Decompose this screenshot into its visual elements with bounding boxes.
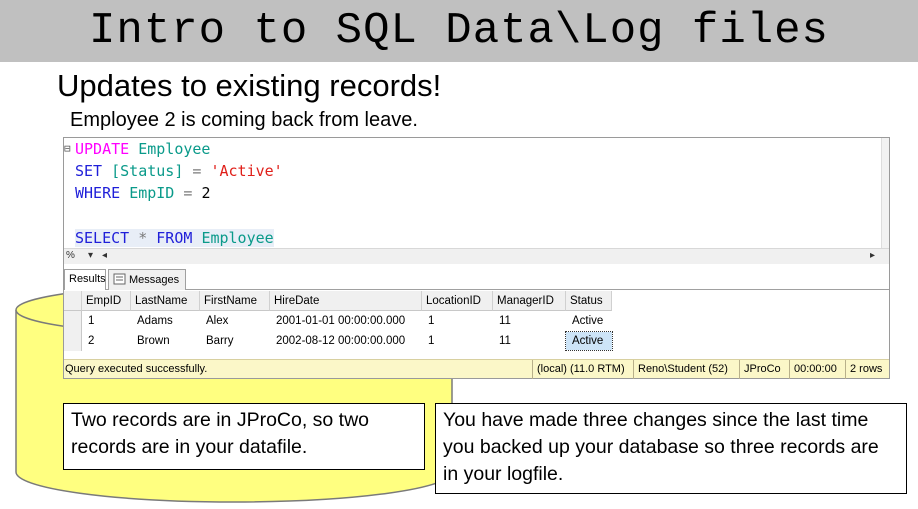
keyword-where: WHERE	[75, 184, 121, 202]
ssms-window: ⊟ UPDATE Employee SET [Status] = 'Active…	[63, 137, 890, 379]
status-message: Query executed successfully.	[65, 363, 208, 375]
numeric-literal: 2	[201, 184, 211, 202]
grid-cell[interactable]: 2	[82, 331, 131, 351]
slide-title: Intro to SQL Data\Log files	[89, 6, 829, 56]
status-elapsed: 00:00:00	[789, 360, 842, 379]
row-header[interactable]	[64, 311, 82, 331]
results-grid: EmpID LastName FirstName HireDate Locati…	[64, 291, 889, 359]
grid-cell-selected[interactable]: Active	[565, 331, 613, 351]
table-name: Employee	[201, 229, 274, 247]
grid-cell[interactable]: 1	[82, 311, 131, 331]
column-header[interactable]: Status	[566, 291, 612, 311]
operator-equals: =	[183, 184, 193, 202]
keyword-update: UPDATE	[75, 140, 130, 158]
tab-messages-label: Messages	[129, 274, 180, 286]
grid-cell[interactable]: 11	[493, 331, 566, 351]
status-rowcount: 2 rows	[845, 360, 889, 379]
column-empid: EmpID	[129, 184, 175, 202]
column-header[interactable]: EmpID	[82, 291, 131, 311]
tab-results[interactable]: Results	[64, 269, 106, 290]
table-name: Employee	[138, 140, 211, 158]
status-database: JProCo	[739, 360, 786, 379]
zoom-label[interactable]: %	[66, 250, 75, 261]
note-datafile: Two records are in JProCo, so two record…	[63, 403, 425, 470]
string-literal: 'Active'	[210, 162, 283, 180]
grid-cell[interactable]: 1	[422, 311, 493, 331]
status-user: Reno\Student (52)	[633, 360, 736, 379]
title-bar: Intro to SQL Data\Log files	[0, 0, 918, 62]
grid-cell[interactable]: 11	[493, 311, 566, 331]
grid-cell[interactable]: 2001-01-01 00:00:00.000	[270, 311, 422, 331]
tab-messages[interactable]: Messages	[108, 269, 186, 290]
operator-star: *	[138, 229, 148, 247]
column-header[interactable]: FirstName	[200, 291, 270, 311]
zoom-dropdown-icon[interactable]: ▾	[88, 250, 93, 261]
column-header[interactable]: LocationID	[422, 291, 493, 311]
slide-caption: Employee 2 is coming back from leave.	[70, 109, 418, 131]
row-header[interactable]	[64, 331, 82, 351]
column-header[interactable]: LastName	[131, 291, 200, 311]
keyword-select: SELECT	[75, 229, 130, 247]
collapse-icon[interactable]: ⊟	[64, 142, 71, 155]
tab-results-label: Results	[69, 273, 106, 285]
scroll-right-icon[interactable]: ▸	[870, 250, 875, 261]
column-status: [Status]	[111, 162, 184, 180]
status-server: (local) (11.0 RTM)	[532, 360, 630, 379]
editor-zoom-bar: % ▾ ◂ ▸	[64, 248, 889, 264]
code-line-set: SET [Status] = 'Active'	[75, 162, 283, 180]
code-line-where: WHERE EmpID = 2	[75, 184, 210, 202]
grid-cell[interactable]: Brown	[131, 331, 200, 351]
column-header[interactable]: HireDate	[270, 291, 422, 311]
keyword-set: SET	[75, 162, 103, 180]
editor-vertical-scrollbar[interactable]	[881, 138, 889, 248]
query-editor[interactable]: ⊟ UPDATE Employee SET [Status] = 'Active…	[64, 138, 889, 248]
grid-corner[interactable]	[64, 291, 82, 311]
grid-cell[interactable]: 1	[422, 331, 493, 351]
keyword-from: FROM	[156, 229, 193, 247]
column-header[interactable]: ManagerID	[493, 291, 566, 311]
grid-cell[interactable]: 2002-08-12 00:00:00.000	[270, 331, 422, 351]
results-tabs: Results Messages	[64, 266, 889, 290]
status-bar: Query executed successfully. (local) (11…	[64, 359, 889, 379]
grid-cell[interactable]: Barry	[200, 331, 270, 351]
note-logfile: You have made three changes since the la…	[435, 403, 907, 494]
slide-subtitle: Updates to existing records!	[57, 68, 442, 103]
messages-icon	[113, 273, 126, 285]
scroll-left-icon[interactable]: ◂	[102, 250, 107, 261]
grid-cell[interactable]: Active	[566, 311, 612, 331]
code-line-update: UPDATE Employee	[75, 140, 210, 158]
grid-cell[interactable]: Adams	[131, 311, 200, 331]
code-line-select: SELECT * FROM Employee	[75, 229, 274, 247]
operator-equals: =	[192, 162, 202, 180]
grid-cell[interactable]: Alex	[200, 311, 270, 331]
